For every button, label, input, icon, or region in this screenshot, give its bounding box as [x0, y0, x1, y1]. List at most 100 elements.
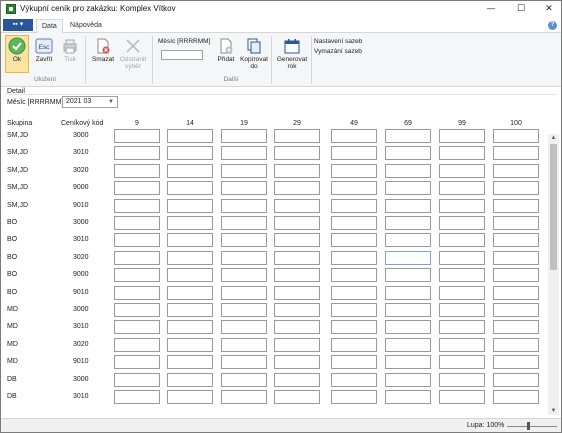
price-cell-input[interactable] [167, 355, 213, 369]
zoom-slider-track[interactable] [507, 426, 557, 427]
price-cell-input[interactable] [167, 146, 213, 160]
price-cell-input[interactable] [439, 251, 485, 265]
price-cell-input[interactable] [331, 129, 377, 143]
price-cell-input[interactable] [114, 355, 160, 369]
price-cell-input[interactable] [493, 390, 539, 404]
maximize-button[interactable]: ☐ [507, 1, 535, 18]
price-cell-input[interactable] [439, 286, 485, 300]
price-cell-input[interactable] [221, 146, 267, 160]
price-cell-input[interactable] [274, 373, 320, 387]
price-cell-input[interactable] [167, 181, 213, 195]
settings-rates-button[interactable]: Nastavení sazeb [314, 38, 362, 45]
price-cell-input[interactable] [274, 146, 320, 160]
price-cell-input[interactable] [167, 303, 213, 317]
price-cell-input[interactable] [274, 303, 320, 317]
price-cell-input[interactable] [331, 251, 377, 265]
price-cell-input[interactable] [274, 181, 320, 195]
price-cell-input[interactable] [114, 286, 160, 300]
price-cell-input[interactable] [114, 320, 160, 334]
copy-to-button[interactable]: Kopírovat do [238, 37, 270, 70]
price-cell-input[interactable] [167, 216, 213, 230]
price-cell-input[interactable] [385, 233, 431, 247]
price-cell-input[interactable] [274, 216, 320, 230]
price-cell-input[interactable] [439, 199, 485, 213]
scroll-down-arrow-icon[interactable]: ▼ [548, 407, 559, 415]
price-cell-input[interactable] [493, 146, 539, 160]
price-cell-input[interactable] [331, 320, 377, 334]
price-cell-input[interactable] [167, 286, 213, 300]
price-cell-input[interactable] [493, 233, 539, 247]
price-cell-input[interactable] [331, 146, 377, 160]
price-cell-input[interactable] [385, 338, 431, 352]
price-cell-input[interactable] [385, 164, 431, 178]
price-cell-input[interactable] [114, 146, 160, 160]
mesic-ribbon-input[interactable] [161, 50, 203, 60]
price-cell-input[interactable] [493, 199, 539, 213]
price-cell-input[interactable] [167, 199, 213, 213]
price-cell-input[interactable] [385, 251, 431, 265]
price-cell-input[interactable] [114, 268, 160, 282]
price-cell-input[interactable] [493, 129, 539, 143]
price-cell-input[interactable] [274, 233, 320, 247]
price-cell-input[interactable] [221, 338, 267, 352]
price-cell-input[interactable] [221, 303, 267, 317]
mesic-select[interactable]: 2021 03 ▼ [62, 96, 118, 108]
price-cell-input[interactable] [221, 286, 267, 300]
price-cell-input[interactable] [221, 373, 267, 387]
price-cell-input[interactable] [274, 338, 320, 352]
delete-button[interactable]: Smazat [89, 37, 117, 63]
price-cell-input[interactable] [439, 390, 485, 404]
price-cell-input[interactable] [167, 251, 213, 265]
price-cell-input[interactable] [114, 251, 160, 265]
price-cell-input[interactable] [221, 320, 267, 334]
price-cell-input[interactable] [493, 355, 539, 369]
price-cell-input[interactable] [114, 164, 160, 178]
price-cell-input[interactable] [221, 251, 267, 265]
price-cell-input[interactable] [331, 390, 377, 404]
price-cell-input[interactable] [167, 233, 213, 247]
price-cell-input[interactable] [385, 268, 431, 282]
price-cell-input[interactable] [274, 199, 320, 213]
print-button[interactable]: Tisk [59, 37, 81, 63]
price-cell-input[interactable] [221, 199, 267, 213]
vertical-scrollbar[interactable]: ▲ ▼ [548, 134, 559, 415]
add-button[interactable]: Přidat [214, 37, 238, 63]
price-cell-input[interactable] [114, 390, 160, 404]
price-cell-input[interactable] [439, 355, 485, 369]
price-cell-input[interactable] [385, 181, 431, 195]
price-cell-input[interactable] [114, 216, 160, 230]
scroll-up-arrow-icon[interactable]: ▲ [548, 134, 559, 142]
price-cell-input[interactable] [385, 390, 431, 404]
price-cell-input[interactable] [274, 251, 320, 265]
price-cell-input[interactable] [493, 164, 539, 178]
remove-selection-button[interactable]: Odstranit výběr [117, 37, 149, 70]
price-cell-input[interactable] [493, 373, 539, 387]
close-button[interactable]: ✕ [535, 1, 562, 18]
price-cell-input[interactable] [331, 216, 377, 230]
price-cell-input[interactable] [274, 286, 320, 300]
zoom-slider-thumb[interactable] [527, 422, 530, 430]
price-cell-input[interactable] [331, 199, 377, 213]
clear-rates-button[interactable]: Vymazání sazeb [314, 48, 362, 55]
price-cell-input[interactable] [493, 286, 539, 300]
price-cell-input[interactable] [114, 181, 160, 195]
price-cell-input[interactable] [114, 129, 160, 143]
price-cell-input[interactable] [439, 181, 485, 195]
price-cell-input[interactable] [385, 216, 431, 230]
price-cell-input[interactable] [385, 146, 431, 160]
price-cell-input[interactable] [331, 303, 377, 317]
tab-data[interactable]: Data [36, 19, 63, 34]
price-cell-input[interactable] [439, 373, 485, 387]
price-cell-input[interactable] [221, 164, 267, 178]
price-cell-input[interactable] [114, 373, 160, 387]
price-cell-input[interactable] [274, 129, 320, 143]
price-cell-input[interactable] [274, 164, 320, 178]
price-cell-input[interactable] [385, 199, 431, 213]
price-cell-input[interactable] [439, 164, 485, 178]
price-cell-input[interactable] [331, 338, 377, 352]
price-cell-input[interactable] [114, 303, 160, 317]
price-cell-input[interactable] [331, 181, 377, 195]
price-cell-input[interactable] [167, 390, 213, 404]
price-cell-input[interactable] [221, 390, 267, 404]
generate-year-button[interactable]: Generovat rok [273, 37, 311, 70]
